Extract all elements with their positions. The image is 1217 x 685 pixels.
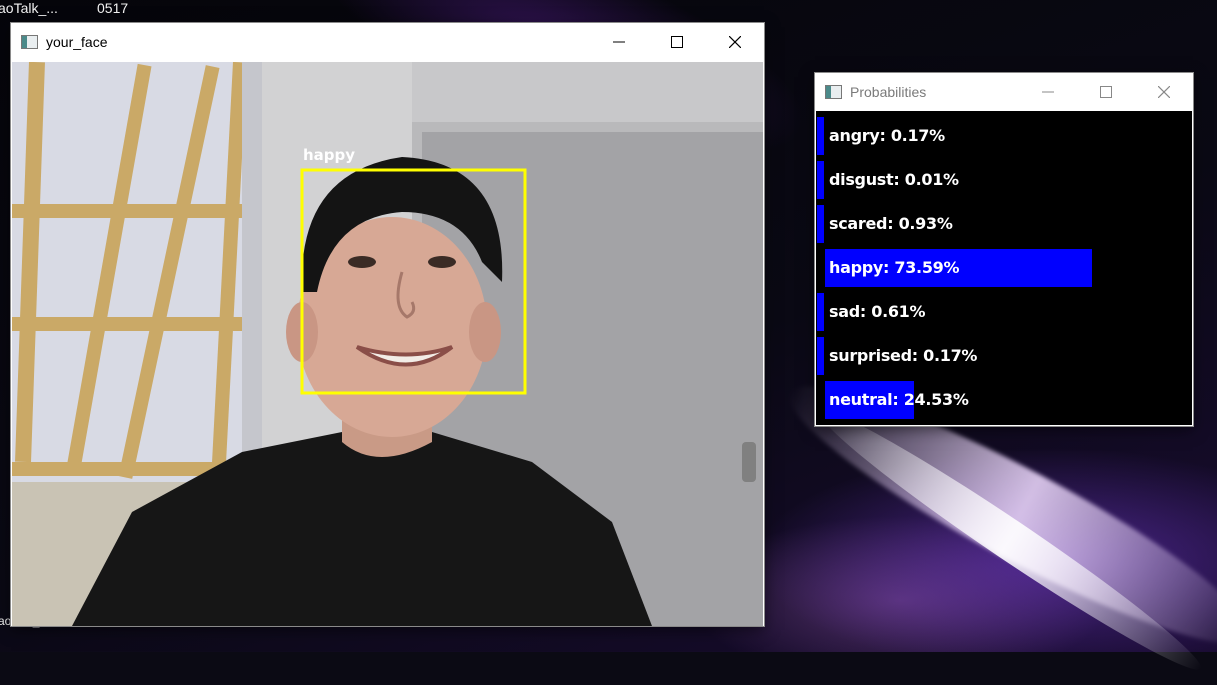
face-window-titlebar[interactable]: your_face [11, 23, 764, 61]
probabilities-canvas: angry: 0.17% disgust: 0.01% scared: 0.93% h… [816, 111, 1192, 425]
maximize-button[interactable] [1077, 73, 1135, 111]
close-icon [729, 36, 741, 48]
probability-bar [817, 161, 824, 199]
maximize-button[interactable] [648, 23, 706, 61]
webcam-feed: happy [12, 62, 763, 626]
probability-label: happy: 73.59% [829, 258, 960, 277]
probabilities-title: Probabilities [850, 84, 927, 100]
probability-bar [817, 337, 824, 375]
webcam-image: happy [12, 62, 763, 626]
app-window-icon [21, 35, 38, 49]
minimize-button[interactable] [1019, 73, 1077, 111]
maximize-icon [671, 36, 683, 48]
face-window[interactable]: your_face happy [11, 23, 764, 626]
probability-bar [817, 293, 824, 331]
probability-label: sad: 0.61% [829, 302, 926, 321]
probability-label: disgust: 0.01% [829, 170, 959, 189]
probability-label: surprised: 0.17% [829, 346, 978, 365]
probabilities-titlebar[interactable]: Probabilities [815, 73, 1193, 111]
desktop-icon-label[interactable]: aoTalk_... [0, 0, 58, 16]
desktop-icon-label[interactable]: 0517 [97, 0, 128, 16]
app-window-icon [825, 85, 842, 99]
close-button[interactable] [706, 23, 764, 61]
probability-label: scared: 0.93% [829, 214, 953, 233]
close-button[interactable] [1135, 73, 1193, 111]
probability-bar [817, 205, 824, 243]
probability-label: angry: 0.17% [829, 126, 945, 145]
minimize-button[interactable] [590, 23, 648, 61]
face-window-title: your_face [46, 34, 108, 50]
close-icon [1158, 86, 1170, 98]
probabilities-window[interactable]: Probabilities angry: 0.17% disgust: 0.01%… [815, 73, 1193, 426]
probability-label: neutral: 24.53% [829, 390, 969, 409]
minimize-icon [1042, 91, 1054, 93]
maximize-icon [1100, 86, 1112, 98]
detection-label: happy [303, 146, 355, 164]
minimize-icon [613, 41, 625, 43]
probability-bar [817, 117, 824, 155]
